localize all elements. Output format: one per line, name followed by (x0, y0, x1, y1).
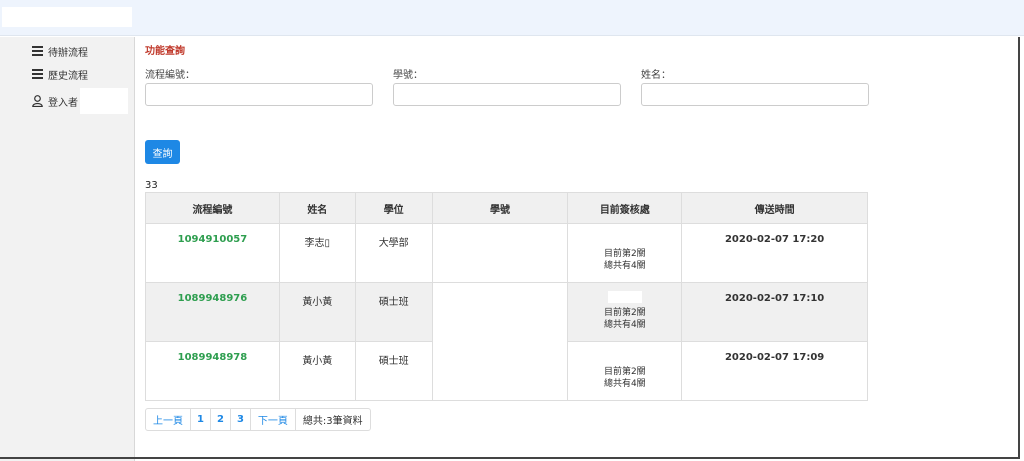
sent-time-cell: 2020-02-07 17:10 (681, 282, 868, 342)
col-header-degree: 學位 (354, 192, 433, 224)
window-right-border (1018, 37, 1020, 457)
student-no-input[interactable] (393, 83, 621, 106)
name-cell: 黃小黃 (278, 341, 356, 401)
student-no-cell (431, 223, 569, 283)
menu-icon (30, 68, 44, 80)
student-no-label: 學號： (393, 70, 423, 81)
stage-current: 目前第2關 (603, 308, 646, 318)
table-row: 1089948978 黃小黃 碩士班 目前第2關 總共有4關 2020-02-0… (145, 341, 868, 401)
flow-id-link[interactable]: 1094910057 (145, 223, 280, 283)
student-no-cell (431, 282, 569, 342)
stage-current: 目前第2關 (603, 367, 646, 377)
name-cell: 黃小黃 (278, 282, 356, 342)
degree-cell: 碩士班 (354, 341, 433, 401)
col-header-current-stage: 目前簽核處 (567, 192, 683, 224)
degree-cell: 碩士班 (354, 282, 433, 342)
sidebar: 待辦流程 歷史流程 登入者 (0, 37, 135, 461)
pagination: 上一頁 1 2 3 下一頁 總共:3筆資料 (145, 408, 371, 431)
page-button-2[interactable]: 2 (211, 409, 231, 430)
flow-id-label: 流程編號： (145, 70, 195, 81)
name-input[interactable] (641, 83, 869, 106)
stage-total: 總共有4關 (603, 320, 646, 330)
flow-id-link[interactable]: 1089948978 (145, 341, 280, 401)
table-header-row: 流程編號 姓名 學位 學號 目前簽核處 傳送時間 (145, 192, 868, 224)
stage-cell: 目前第2關 總共有4關 (567, 223, 683, 283)
table-row: 1089948976 黃小黃 碩士班 目前第2關 總共有4關 2020-02-0… (145, 282, 868, 342)
sent-time-cell: 2020-02-07 17:20 (681, 223, 868, 283)
stage-total: 總共有4關 (603, 379, 646, 389)
sidebar-item-label: 登入者 (48, 97, 78, 109)
prev-page-button[interactable]: 上一頁 (146, 409, 191, 430)
sidebar-item-history[interactable]: 歷史流程 (30, 66, 88, 82)
col-header-student-no: 學號 (431, 192, 569, 224)
total-records: 總共:3筆資料 (302, 416, 363, 427)
page-button-1[interactable]: 1 (191, 409, 211, 430)
col-header-name: 姓名 (278, 192, 356, 224)
sidebar-item-login-user[interactable]: 登入者 (30, 87, 128, 115)
degree-cell: 大學部 (354, 223, 433, 283)
logo-placeholder (2, 7, 132, 27)
flow-id-link[interactable]: 1089948976 (145, 282, 280, 342)
stage-total: 總共有4關 (603, 261, 646, 271)
student-no-cell (431, 341, 569, 401)
name-label: 姓名： (641, 70, 671, 81)
table-row: 1094910057 李志▯ 大學部 目前第2關 總共有4關 2020-02-0… (145, 223, 868, 283)
stage-cell: 目前第2關 總共有4關 (567, 341, 683, 401)
window-bottom-border (0, 457, 1020, 459)
sent-time-cell: 2020-02-07 17:09 (681, 341, 868, 401)
query-button[interactable]: 查詢 (145, 140, 180, 164)
user-name-redacted (80, 88, 128, 114)
section-title: 功能查詢 (145, 46, 185, 57)
col-header-flow-id: 流程編號 (145, 192, 280, 224)
user-icon (30, 95, 44, 107)
col-header-sent-time: 傳送時間 (681, 192, 868, 224)
sidebar-item-pending[interactable]: 待辦流程 (30, 43, 88, 59)
flow-id-input[interactable] (145, 83, 373, 106)
top-header (0, 0, 1024, 36)
result-count: 33 (145, 180, 158, 191)
next-page-button[interactable]: 下一頁 (251, 409, 296, 430)
name-cell: 李志▯ (278, 223, 356, 283)
results-table: 流程編號 姓名 學位 學號 目前簽核處 傳送時間 1094910057 李志▯ … (145, 192, 868, 401)
sidebar-item-label: 歷史流程 (48, 70, 88, 82)
menu-icon (30, 45, 44, 57)
page-button-3[interactable]: 3 (231, 409, 251, 430)
stage-current: 目前第2關 (603, 249, 646, 259)
stage-cell: 目前第2關 總共有4關 (567, 282, 683, 342)
redacted-box (607, 291, 642, 303)
sidebar-item-label: 待辦流程 (48, 47, 88, 59)
